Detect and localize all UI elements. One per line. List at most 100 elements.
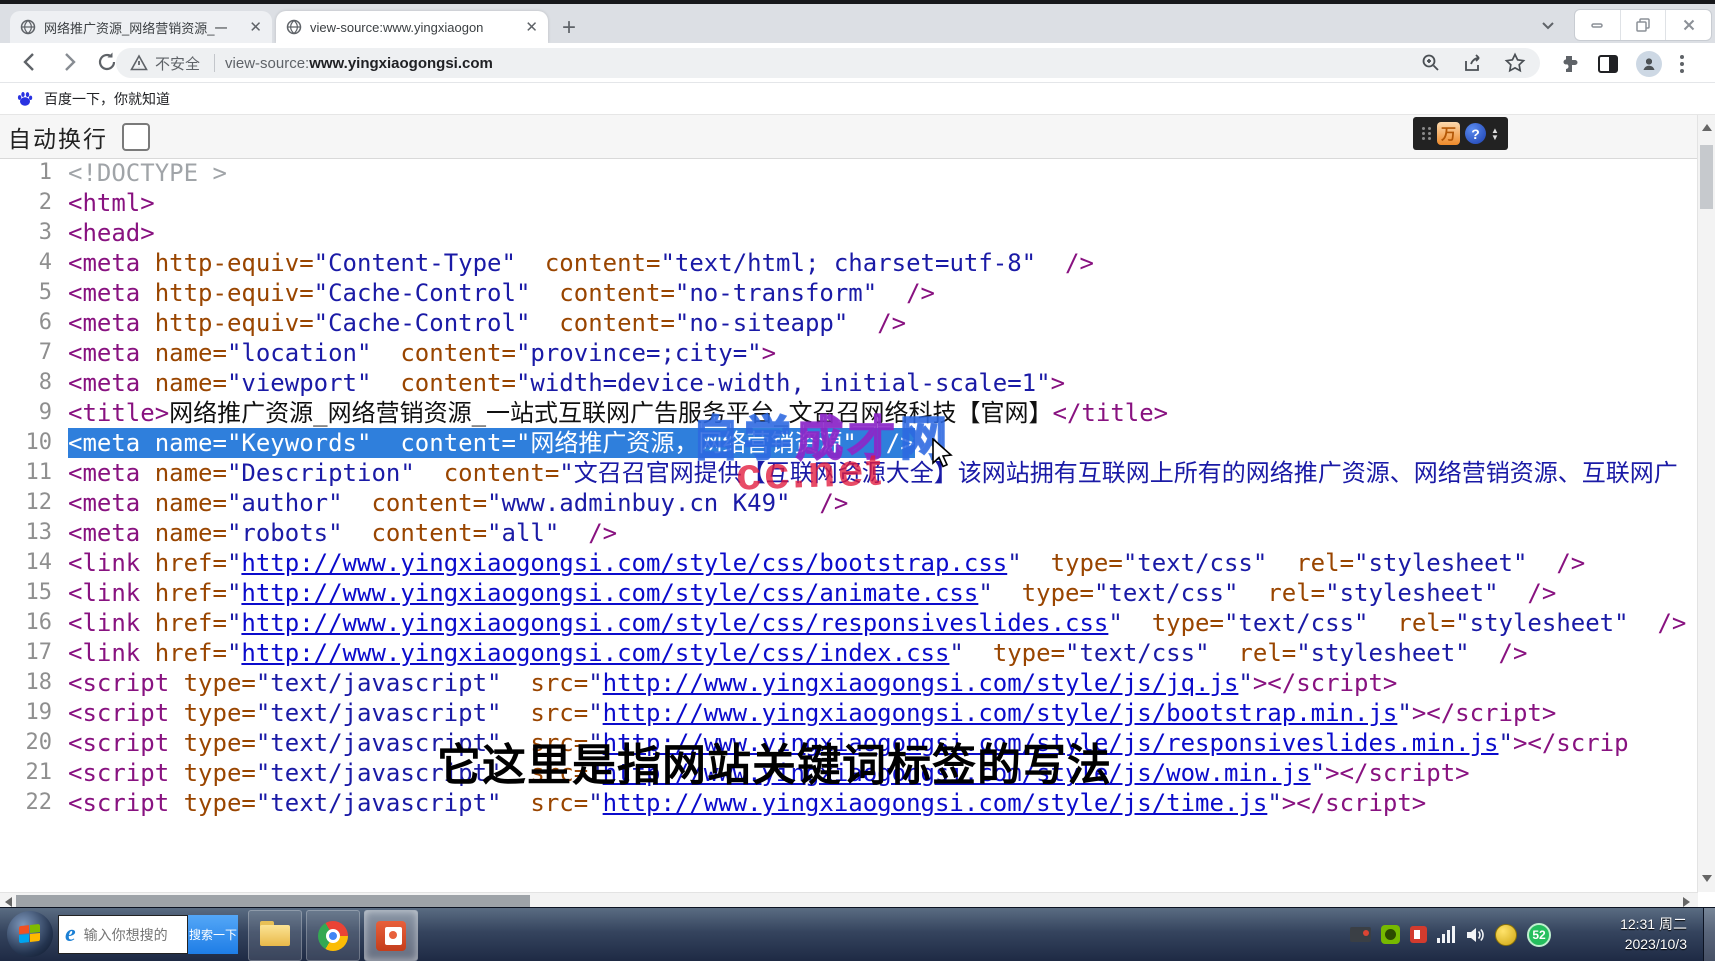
source-link[interactable]: http://www.yingxiaogongsi.com/style/js/b… — [603, 699, 1398, 727]
taskbar-powerpoint-button[interactable] — [364, 910, 418, 961]
source-token: "province=;city=" — [516, 339, 762, 367]
source-line: 7<meta name="location" content="province… — [0, 338, 1698, 368]
source-token: content= — [415, 459, 560, 487]
source-token: /> — [1527, 549, 1585, 577]
source-token: type= — [184, 669, 256, 697]
source-token: <script — [68, 699, 184, 727]
source-token: "text/css" — [1123, 549, 1268, 577]
recorder-tray-icon[interactable] — [1350, 927, 1371, 942]
source-link[interactable]: http://www.yingxiaogongsi.com/style/js/t… — [603, 789, 1268, 817]
source-token: type= — [184, 699, 256, 727]
menu-kebab-icon[interactable] — [1679, 53, 1685, 75]
show-desktop-button[interactable] — [1703, 908, 1715, 961]
taskbar-search-button[interactable]: 搜索一下 — [188, 915, 238, 954]
tab-strip: 网络推广资源_网络营销资源_一 ✕ view-source:www.yingxi… — [0, 4, 1715, 43]
bookmark-star-icon[interactable] — [1504, 52, 1526, 74]
url-host: www.yingxiaogongsi.com — [309, 55, 493, 72]
taskbar-explorer-button[interactable] — [248, 910, 302, 961]
source-token: " — [1007, 549, 1021, 577]
share-icon[interactable] — [1462, 52, 1484, 74]
system-tray: 52 — [1350, 908, 1551, 961]
help-icon[interactable]: ? — [1465, 123, 1486, 144]
back-button[interactable] — [18, 50, 42, 74]
source-token: > — [1051, 369, 1065, 397]
source-line: 14<link href="http://www.yingxiaogongsi.… — [0, 548, 1698, 578]
address-bar[interactable]: 不安全 view-source:www.yingxiaogongsi.com — [116, 48, 1540, 78]
recorder-logo-icon[interactable]: 万 — [1437, 122, 1460, 145]
source-link[interactable]: http://www.yingxiaogongsi.com/style/css/… — [241, 579, 978, 607]
tab-view-source[interactable]: view-source:www.yingxiaogon ✕ — [276, 11, 548, 43]
source-token: name= — [155, 519, 227, 547]
tab-site[interactable]: 网络推广资源_网络营销资源_一 ✕ — [10, 11, 272, 43]
line-number: 11 — [0, 458, 68, 488]
nvidia-tray-icon[interactable] — [1381, 925, 1400, 944]
taskbar-clock[interactable]: 12:31 周二 2023/10/3 — [1620, 914, 1687, 954]
source-token: </title> — [1053, 399, 1169, 427]
source-token: <meta — [68, 249, 155, 277]
source-link[interactable]: http://www.yingxiaogongsi.com/style/css/… — [241, 609, 1108, 637]
source-link[interactable]: http://www.yingxiaogongsi.com/style/css/… — [241, 549, 1007, 577]
source-token: "Cache-Control" — [314, 309, 531, 337]
line-number: 16 — [0, 608, 68, 638]
source-token: " — [227, 639, 241, 667]
source-line: 1<!DOCTYPE > — [0, 158, 1698, 188]
network-signal-icon[interactable] — [1437, 926, 1455, 943]
extensions-puzzle-icon[interactable] — [1558, 53, 1580, 75]
restore-button[interactable] — [1621, 10, 1667, 40]
source-token: "no-siteapp" — [675, 309, 848, 337]
antivirus-tray-icon[interactable] — [1495, 924, 1517, 946]
plugin-tray-icon[interactable] — [1410, 926, 1427, 943]
tab-search-chevron-icon[interactable] — [1540, 17, 1556, 33]
line-wrap-checkbox[interactable] — [122, 123, 150, 151]
zoom-icon[interactable] — [1420, 52, 1442, 74]
close-button[interactable] — [1666, 10, 1711, 40]
line-number: 17 — [0, 638, 68, 668]
vertical-scroll-thumb[interactable] — [1700, 145, 1713, 209]
start-button[interactable] — [7, 911, 53, 957]
source-link[interactable]: http://www.yingxiaogongsi.com/style/js/j… — [603, 669, 1239, 697]
horizontal-scroll-thumb[interactable] — [16, 895, 530, 907]
forward-button[interactable] — [57, 50, 81, 74]
profile-avatar[interactable] — [1636, 51, 1662, 77]
tab-close-icon[interactable]: ✕ — [525, 20, 538, 35]
vertical-scrollbar[interactable] — [1697, 115, 1715, 892]
new-tab-button[interactable]: + — [562, 14, 576, 42]
side-panel-icon[interactable] — [1597, 53, 1619, 75]
source-token: " — [1267, 789, 1281, 817]
taskbar-chrome-button[interactable] — [306, 910, 360, 961]
source-token: ></script> — [1325, 759, 1470, 787]
source-token: "stylesheet" — [1354, 549, 1527, 577]
scroll-down-arrow[interactable] — [1702, 875, 1712, 882]
taskbar-search-input[interactable] — [82, 926, 174, 944]
screen-recorder-widget[interactable]: 万 ? ▲▼ — [1413, 117, 1508, 150]
source-token: content= — [343, 489, 488, 517]
taskbar-search-box[interactable]: e — [58, 915, 188, 954]
source-token: "width=device-width, initial-scale=1" — [516, 369, 1051, 397]
source-token: <title> — [68, 399, 169, 427]
source-token: "Description" — [227, 459, 415, 487]
line-number: 7 — [0, 338, 68, 368]
scroll-up-arrow[interactable] — [1702, 124, 1712, 131]
source-link[interactable]: http://www.yingxiaogongsi.com/style/css/… — [241, 639, 949, 667]
line-number: 12 — [0, 488, 68, 518]
score-badge[interactable]: 52 — [1527, 923, 1551, 947]
browser-toolbar: 不安全 view-source:www.yingxiaogongsi.com — [0, 43, 1715, 83]
clock-date: 2023/10/3 — [1620, 934, 1687, 954]
source-token: name= — [155, 489, 227, 517]
source-line: 18<script type="text/javascript" src="ht… — [0, 668, 1698, 698]
source-token: " — [978, 579, 992, 607]
minimize-button[interactable] — [1575, 10, 1621, 40]
not-secure-warning-icon[interactable] — [130, 54, 148, 72]
line-number: 6 — [0, 308, 68, 338]
volume-icon[interactable] — [1465, 926, 1485, 944]
tab-close-icon[interactable]: ✕ — [249, 20, 262, 35]
source-token: src= — [501, 699, 588, 727]
bookmark-baidu[interactable]: 百度一下，你就知道 — [44, 89, 170, 109]
bookmarks-bar: 百度一下，你就知道 — [0, 83, 1715, 115]
widget-collapse-arrows[interactable]: ▲▼ — [1491, 127, 1499, 141]
source-token: <script — [68, 759, 184, 787]
scroll-left-arrow[interactable] — [5, 897, 12, 907]
scroll-right-arrow[interactable] — [1683, 897, 1690, 907]
line-number: 19 — [0, 698, 68, 728]
drag-handle-dots[interactable] — [1422, 127, 1432, 140]
